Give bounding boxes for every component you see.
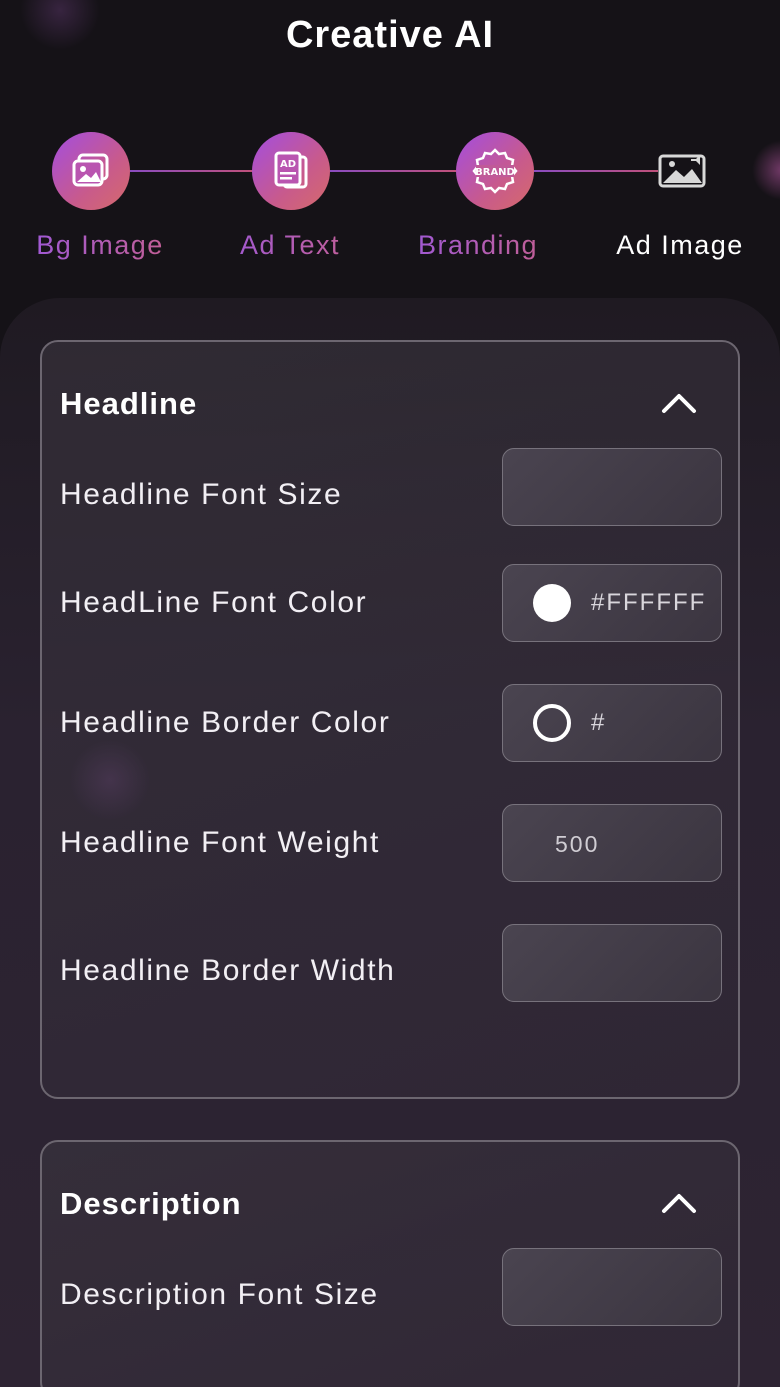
brand-icon: BRAND: [472, 148, 518, 194]
app-screen: Creative AI AD BRAND Bg Image Ad Text Br…: [0, 0, 780, 1387]
description-section-title: Description: [60, 1186, 242, 1221]
description-section: Description Description Font Size: [40, 1140, 740, 1387]
headline-border-color-input[interactable]: #: [502, 684, 722, 762]
headline-font-weight-value: 500: [555, 831, 600, 857]
color-swatch[interactable]: [533, 704, 571, 742]
headline-font-color-input[interactable]: #FFFFFF: [502, 564, 722, 642]
headline-section-title: Headline: [60, 386, 198, 421]
ad-text-icon: AD: [274, 151, 308, 189]
step-connector: [330, 170, 456, 172]
svg-text:BRAND: BRAND: [475, 167, 515, 178]
page-title: Creative AI: [285, 14, 495, 56]
headline-border-width-input[interactable]: [502, 924, 722, 1002]
step-label-ad-image: Ad Image: [616, 230, 744, 260]
headline-border-color-value: #: [591, 709, 607, 736]
headline-font-color-label: HeadLine Font Color: [60, 586, 368, 619]
chevron-up-icon[interactable]: [660, 1184, 698, 1222]
step-ad-image[interactable]: [658, 148, 708, 192]
step-branding[interactable]: BRAND: [456, 132, 534, 210]
headline-section: Headline Headline Font Size HeadLine Fon…: [40, 340, 740, 1099]
step-bg-image[interactable]: [52, 132, 130, 210]
description-font-size-label: Description Font Size: [60, 1278, 379, 1311]
headline-font-size-input[interactable]: [502, 448, 722, 526]
color-swatch[interactable]: [533, 584, 571, 622]
headline-font-weight-label: Headline Font Weight: [60, 826, 380, 859]
headline-border-width-label: Headline Border Width: [60, 954, 396, 987]
step-label-ad-text: Ad Text: [200, 230, 380, 261]
ad-image-icon: [658, 154, 706, 188]
headline-font-weight-input[interactable]: 500: [502, 804, 722, 882]
headline-font-size-label: Headline Font Size: [60, 478, 343, 511]
chevron-up-icon[interactable]: [660, 384, 698, 422]
description-font-size-input[interactable]: [502, 1248, 722, 1326]
step-label-branding: Branding: [388, 230, 568, 261]
step-label-bg-image: Bg Image: [10, 230, 190, 261]
step-connector: [130, 170, 254, 172]
step-connector: [534, 170, 658, 172]
step-ad-text[interactable]: AD: [252, 132, 330, 210]
headline-border-color-label: Headline Border Color: [60, 706, 391, 739]
progress-stepper: AD BRAND Bg Image Ad Text Branding Ad Im…: [0, 130, 780, 270]
svg-text:AD: AD: [280, 159, 296, 170]
headline-font-color-value: #FFFFFF: [591, 589, 707, 616]
image-icon: [72, 153, 109, 187]
